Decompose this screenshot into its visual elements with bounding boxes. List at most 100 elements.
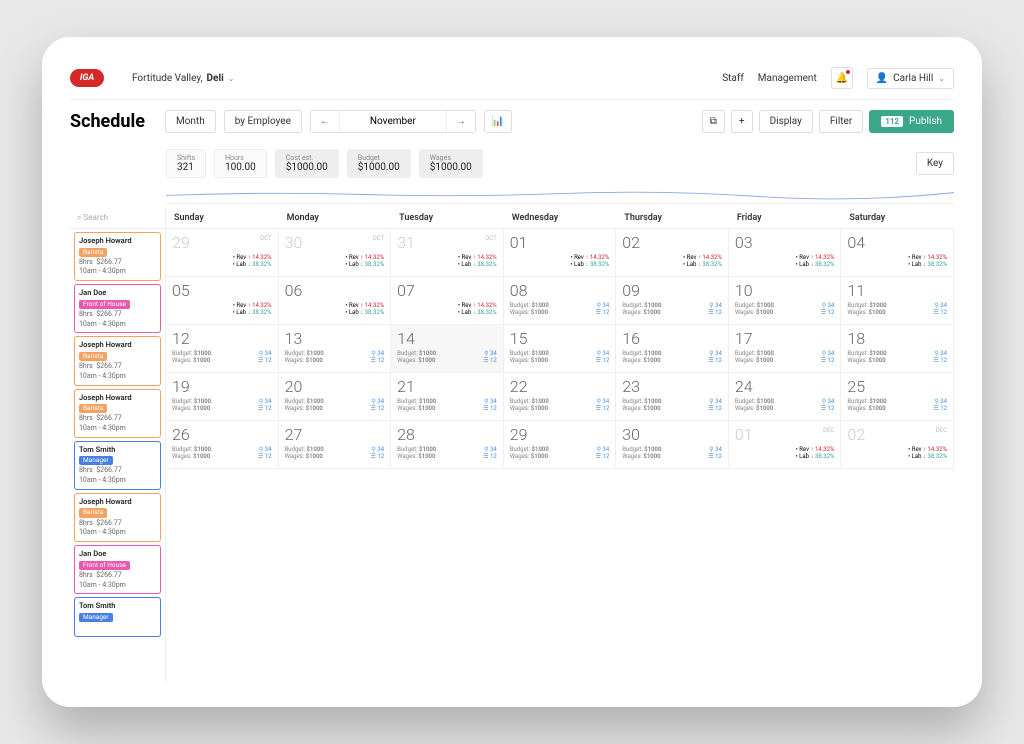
calendar-day[interactable]: 09 Budget: $1000Wages: $1000 ⚲ 34☰ 12 [616,277,729,325]
stat-label: Shifts [177,154,195,162]
location-store: Fortitude Valley, [132,73,203,84]
shift-card[interactable]: Tom Smith Manager 8hrs $266.77 10am - 4:… [74,441,161,490]
day-pct: • Rev ↑ 14.32% • Lab ↓ 38.32% [735,254,835,268]
shift-card[interactable]: Joseph Howard Barista 8hrs $266.77 10am … [74,336,161,385]
shift-role-badge: Barista [79,352,107,361]
calendar-day[interactable]: 02DEC • Rev ↑ 14.32% • Lab ↓ 38.32% [841,421,954,469]
calendar-day[interactable]: 23 Budget: $1000Wages: $1000 ⚲ 34☰ 12 [616,373,729,421]
calendar-day[interactable]: 03 • Rev ↑ 14.32% • Lab ↓ 38.32% [729,229,842,277]
key-button[interactable]: Key [916,152,954,175]
day-metrics: Budget: $1000Wages: $1000 ⚲ 34☰ 12 [847,398,947,412]
day-number: 08 [510,281,610,300]
day-pct: • Rev ↑ 14.32% • Lab ↓ 38.32% [172,254,272,268]
shift-card[interactable]: Tom Smith Manager [74,597,161,636]
calendar-grid: SundayMondayTuesdayWednesdayThursdayFrid… [166,208,954,683]
day-metrics: Budget: $1000Wages: $1000 ⚲ 34☰ 12 [397,398,497,412]
day-header: Monday [279,208,392,228]
calendar-day[interactable]: 14 Budget: $1000Wages: $1000 ⚲ 34☰ 12 [391,325,504,373]
user-menu[interactable]: 👤 Carla Hill ⌄ [867,68,954,89]
shift-name: Joseph Howard [79,393,156,404]
prev-period-button[interactable]: ← [311,111,339,132]
calendar-day[interactable]: 30OCT • Rev ↑ 14.32% • Lab ↓ 38.32% [279,229,392,277]
day-number: 27 [285,425,385,444]
calendar-day[interactable]: 27 Budget: $1000Wages: $1000 ⚲ 34☰ 12 [279,421,392,469]
day-number: 29 [510,425,610,444]
calendar-day[interactable]: 11 Budget: $1000Wages: $1000 ⚲ 34☰ 12 [841,277,954,325]
calendar-day[interactable]: 13 Budget: $1000Wages: $1000 ⚲ 34☰ 12 [279,325,392,373]
stat-label: Wages [430,154,472,162]
period-label: November [339,111,447,132]
calendar-day[interactable]: 06 • Rev ↑ 14.32% • Lab ↓ 38.32% [279,277,392,325]
calendar-day[interactable]: 29OCT • Rev ↑ 14.32% • Lab ↓ 38.32% [166,229,279,277]
calendar-day[interactable]: 19 Budget: $1000Wages: $1000 ⚲ 34☰ 12 [166,373,279,421]
calendar-day[interactable]: 20 Budget: $1000Wages: $1000 ⚲ 34☰ 12 [279,373,392,421]
group-by-button[interactable]: by Employee [224,110,302,133]
publish-button[interactable]: 112 Publish [869,110,954,133]
shift-role-badge: Barista [79,404,107,413]
search-input[interactable]: ⌕ Search [70,208,165,229]
shift-card[interactable]: Joseph Howard Barista 8hrs $266.77 10am … [74,493,161,542]
shift-card[interactable]: Joseph Howard Barista 8hrs $266.77 10am … [74,389,161,438]
stat-label: Budget [358,154,400,162]
chart-button[interactable]: 📊 [484,110,512,133]
nav-staff[interactable]: Staff [722,73,744,84]
day-number: 09 [622,281,722,300]
calendar-day[interactable]: 30 Budget: $1000Wages: $1000 ⚲ 34☰ 12 [616,421,729,469]
period-navigator: ← November → [310,110,476,133]
view-mode-button[interactable]: Month [165,110,216,133]
publish-label: Publish [909,116,942,127]
shift-card[interactable]: Jan Doe Front of House 8hrs $266.77 10am… [74,545,161,594]
day-number: 05 [172,281,272,300]
copy-button[interactable]: ⧉ [702,110,725,133]
calendar-day[interactable]: 10 Budget: $1000Wages: $1000 ⚲ 34☰ 12 [729,277,842,325]
calendar-day[interactable]: 17 Budget: $1000Wages: $1000 ⚲ 34☰ 12 [729,325,842,373]
day-metrics: Budget: $1000Wages: $1000 ⚲ 34☰ 12 [735,350,835,364]
day-metrics: Budget: $1000Wages: $1000 ⚲ 34☰ 12 [622,398,722,412]
calendar-day[interactable]: 29 Budget: $1000Wages: $1000 ⚲ 34☰ 12 [504,421,617,469]
day-metrics: Budget: $1000Wages: $1000 ⚲ 34☰ 12 [285,350,385,364]
publish-count: 112 [881,116,903,127]
calendar-day[interactable]: 21 Budget: $1000Wages: $1000 ⚲ 34☰ 12 [391,373,504,421]
nav-management[interactable]: Management [758,73,817,84]
calendar-day[interactable]: 24 Budget: $1000Wages: $1000 ⚲ 34☰ 12 [729,373,842,421]
calendar-day[interactable]: 04 • Rev ↑ 14.32% • Lab ↓ 38.32% [841,229,954,277]
chevron-down-icon: ⌄ [228,74,235,83]
calendar-day[interactable]: 08 Budget: $1000Wages: $1000 ⚲ 34☰ 12 [504,277,617,325]
shift-card[interactable]: Jan Doe Front of House 8hrs $266.77 10am… [74,284,161,333]
calendar-day[interactable]: 01DEC • Rev ↑ 14.32% • Lab ↓ 38.32% [729,421,842,469]
calendar-day[interactable]: 26 Budget: $1000Wages: $1000 ⚲ 34☰ 12 [166,421,279,469]
day-pct: • Rev ↑ 14.32% • Lab ↓ 38.32% [285,302,385,316]
stat-value: $1000.00 [430,162,472,173]
shift-card[interactable]: Joseph Howard Barista 8hrs $266.77 10am … [74,232,161,281]
calendar-day[interactable]: 01 • Rev ↑ 14.32% • Lab ↓ 38.32% [504,229,617,277]
calendar-day[interactable]: 05 • Rev ↑ 14.32% • Lab ↓ 38.32% [166,277,279,325]
calendar-day[interactable]: 15 Budget: $1000Wages: $1000 ⚲ 34☰ 12 [504,325,617,373]
calendar-day[interactable]: 28 Budget: $1000Wages: $1000 ⚲ 34☰ 12 [391,421,504,469]
calendar-day[interactable]: 18 Budget: $1000Wages: $1000 ⚲ 34☰ 12 [841,325,954,373]
shift-time: 10am - 4:30pm [79,476,156,486]
add-button[interactable]: + [731,110,753,133]
calendar-day[interactable]: 25 Budget: $1000Wages: $1000 ⚲ 34☰ 12 [841,373,954,421]
location-selector[interactable]: Fortitude Valley, Deli ⌄ [132,73,234,84]
calendar-day[interactable]: 16 Budget: $1000Wages: $1000 ⚲ 34☰ 12 [616,325,729,373]
day-pct: • Rev ↑ 14.32% • Lab ↓ 38.32% [735,446,835,460]
notifications-button[interactable]: 🔔 [831,67,853,89]
calendar-day[interactable]: 22 Budget: $1000Wages: $1000 ⚲ 34☰ 12 [504,373,617,421]
stat-wages: Wages $1000.00 [419,149,483,178]
user-icon: 👤 [876,73,888,84]
calendar-day[interactable]: 07 • Rev ↑ 14.32% • Lab ↓ 38.32% [391,277,504,325]
day-metrics: Budget: $1000Wages: $1000 ⚲ 34☰ 12 [622,446,722,460]
day-header: Tuesday [391,208,504,228]
brand-logo: IGA [70,69,104,87]
calendar-day[interactable]: 31OCT • Rev ↑ 14.32% • Lab ↓ 38.32% [391,229,504,277]
day-number: 01 [510,233,610,252]
day-number: 15 [510,329,610,348]
shift-name: Joseph Howard [79,236,156,247]
filter-button[interactable]: Filter [819,110,863,133]
shift-hours [79,623,156,633]
shift-role-badge: Front of House [79,561,130,570]
next-period-button[interactable]: → [447,111,475,132]
calendar-day[interactable]: 02 • Rev ↑ 14.32% • Lab ↓ 38.32% [616,229,729,277]
calendar-day[interactable]: 12 Budget: $1000Wages: $1000 ⚲ 34☰ 12 [166,325,279,373]
display-button[interactable]: Display [759,110,813,133]
